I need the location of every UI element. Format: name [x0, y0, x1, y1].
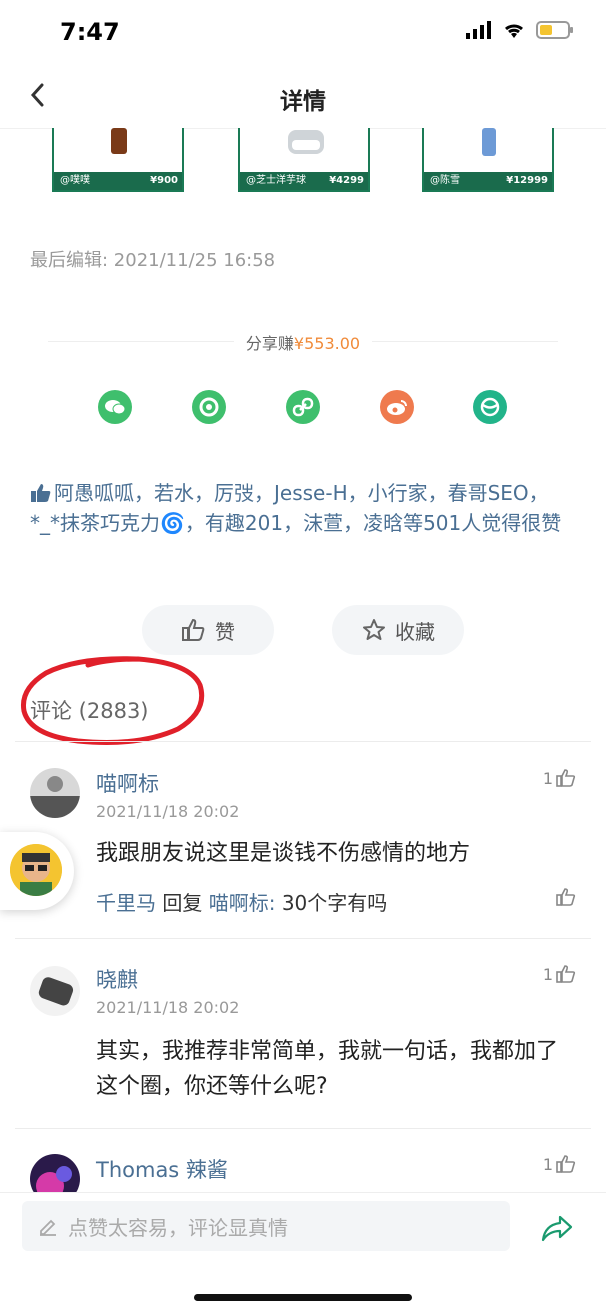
- avatar[interactable]: [30, 768, 80, 818]
- comment-like-count: 1: [542, 768, 553, 788]
- page-title: 详情: [280, 89, 326, 115]
- product-image: [106, 128, 132, 156]
- share-icons: [0, 390, 606, 426]
- share-earn: 分享赚¥553.00: [0, 330, 606, 354]
- product-image: [476, 128, 502, 156]
- battery-icon: [536, 20, 574, 44]
- divider: [15, 741, 591, 742]
- comment-like-count: 1: [542, 964, 553, 984]
- product-user: @陈雪: [430, 175, 460, 186]
- comment-like-button[interactable]: 1: [543, 964, 576, 984]
- product-price: ¥900: [150, 175, 178, 186]
- signal-icon: [466, 21, 492, 43]
- comment-author[interactable]: 喵啊标: [96, 768, 159, 798]
- avatar: [10, 844, 62, 896]
- comment-item: 喵啊标 2021/11/18 20:02 1 我跟朋友说这里是谈钱不伤感情的地方…: [0, 760, 606, 938]
- thumb-up-outline-icon: [556, 1155, 576, 1173]
- status-time: 7:47: [60, 18, 120, 46]
- comment-like-count: 1: [542, 1154, 553, 1174]
- planet-icon[interactable]: [473, 390, 507, 424]
- product-price: ¥12999: [506, 175, 548, 186]
- likers-list[interactable]: 阿愚呱呱，若水，厉弢，Jesse-H，小行家，春哥SEO，*_*抹茶巧克力🌀，有…: [30, 480, 578, 537]
- likers-text: 阿愚呱呱，若水，厉弢，Jesse-H，小行家，春哥SEO，*_*抹茶巧克力🌀，有…: [30, 481, 562, 535]
- product-card[interactable]: @陈雪 ¥12999: [422, 128, 554, 192]
- comment-like-button[interactable]: 1: [543, 768, 576, 788]
- comment-text: 我跟朋友说这里是谈钱不伤感情的地方: [96, 841, 471, 866]
- share-earn-amount: ¥553.00: [293, 334, 361, 353]
- favorite-label: 收藏: [395, 619, 435, 644]
- status-bar: 7:47: [0, 0, 606, 64]
- avatar[interactable]: [30, 1154, 80, 1192]
- share-button[interactable]: [540, 1213, 574, 1243]
- status-icons: [466, 20, 574, 44]
- thumb-up-icon: [30, 483, 52, 510]
- reply-to: 喵啊标:: [208, 891, 276, 915]
- divider: [15, 938, 591, 939]
- link-icon[interactable]: [286, 390, 320, 424]
- comment-time: 2021/11/18 20:02: [96, 802, 240, 821]
- comment-like-button[interactable]: 1: [543, 1154, 576, 1174]
- pencil-icon: [40, 1219, 56, 1236]
- avatar[interactable]: [30, 966, 80, 1016]
- reply-from: 千里马: [96, 891, 156, 915]
- thumb-up-outline-icon: [556, 888, 576, 906]
- product-card[interactable]: @噗噗 ¥900: [52, 128, 184, 192]
- divider: [15, 1128, 591, 1129]
- thumb-up-outline-icon: [182, 618, 205, 641]
- reply-text: 30个字有吗: [281, 891, 388, 915]
- product-card[interactable]: @芝士洋芋球 ¥4299: [238, 128, 370, 192]
- share-earn-label: 分享赚: [245, 334, 294, 353]
- product-user: @芝士洋芋球: [246, 175, 306, 186]
- product-user: @噗噗: [60, 175, 90, 186]
- product-price: ¥4299: [329, 175, 364, 186]
- comment-item: Thomas 辣酱 1: [0, 1146, 606, 1192]
- wifi-icon: [502, 21, 526, 43]
- star-outline-icon: [363, 619, 385, 640]
- reply-like-button[interactable]: [556, 887, 576, 907]
- comment-input[interactable]: 点赞太容易，评论显真情: [22, 1201, 510, 1251]
- comment-time: 2021/11/18 20:02: [96, 998, 240, 1017]
- comment-author[interactable]: 晓麒: [96, 964, 138, 994]
- wechat-icon[interactable]: [98, 390, 132, 424]
- reply-verb: 回复: [162, 891, 203, 915]
- thumb-up-outline-icon: [556, 769, 576, 787]
- comment-author[interactable]: Thomas 辣酱: [96, 1154, 228, 1184]
- comment-text: 其实，我推荐非常简单，我就一句话，我都加了这个圈，你还等什么呢?: [96, 1039, 559, 1099]
- share-arrow-icon: [541, 1215, 573, 1242]
- favorite-button[interactable]: 收藏: [332, 605, 464, 655]
- last-edited-time: 最后编辑: 2021/11/25 16:58: [30, 250, 276, 271]
- product-cards: @噗噗 ¥900 @芝士洋芋球 ¥4299 @陈雪 ¥12999: [0, 128, 606, 194]
- comment-reply[interactable]: 千里马 回复 喵啊标: 30个字有吗: [96, 887, 387, 916]
- like-label: 赞: [215, 619, 235, 644]
- nav-bar: 详情: [0, 70, 606, 129]
- comment-item: 晓麒 2021/11/18 20:02 1 其实，我推荐非常简单，我就一句话，我…: [0, 956, 606, 1126]
- weibo-icon[interactable]: [380, 390, 414, 424]
- comment-input-placeholder: 点赞太容易，评论显真情: [68, 1215, 288, 1240]
- product-image: [286, 128, 326, 156]
- thumb-up-outline-icon: [556, 965, 576, 983]
- like-button[interactable]: 赞: [142, 605, 274, 655]
- moments-icon[interactable]: [192, 390, 226, 424]
- home-indicator: [194, 1294, 412, 1301]
- red-annotation-circle: [20, 656, 205, 745]
